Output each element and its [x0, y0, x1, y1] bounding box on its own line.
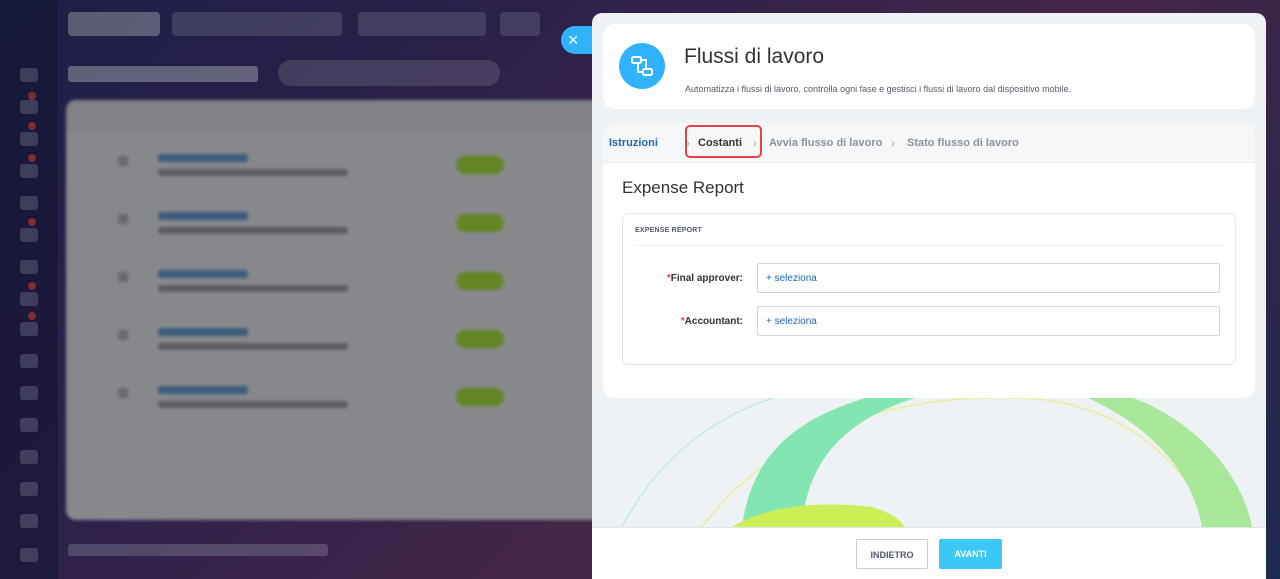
final-approver-label-text: Final approver:	[670, 273, 743, 284]
close-icon: ×	[568, 30, 579, 50]
accountant-label: *Accountant:	[623, 316, 743, 327]
page-title: Flussi di lavoro	[684, 45, 825, 68]
final-approver-label: *Final approver:	[623, 273, 743, 284]
wizard-steps: Istruzioni › Costanti › Avvia flusso di …	[603, 123, 1255, 163]
final-approver-field[interactable]: + seleziona	[757, 263, 1220, 293]
accountant-label-text: Accountant:	[684, 316, 743, 327]
slider-footer: INDIETRO AVANTI	[592, 527, 1266, 579]
close-slider-button[interactable]: ×	[561, 26, 595, 54]
next-button[interactable]: AVANTI	[939, 539, 1002, 569]
step-stato-flusso[interactable]: Stato flusso di lavoro	[907, 137, 1019, 149]
step-istruzioni[interactable]: Istruzioni	[609, 137, 658, 149]
fieldset-title: EXPENSE REPORT	[635, 227, 702, 234]
workflow-icon	[619, 43, 665, 89]
active-step-highlight	[685, 125, 762, 158]
wizard-card: Istruzioni › Costanti › Avvia flusso di …	[603, 123, 1255, 398]
slider-header: Flussi di lavoro Automatizza i flussi di…	[603, 24, 1255, 109]
form-title: Expense Report	[622, 178, 744, 197]
select-user-link[interactable]: + seleziona	[766, 273, 817, 284]
constants-fieldset: EXPENSE REPORT *Final approver: + selezi…	[622, 213, 1236, 365]
step-separator: ›	[891, 136, 895, 150]
step-avvia-flusso[interactable]: Avvia flusso di lavoro	[769, 137, 882, 149]
select-user-link[interactable]: + seleziona	[766, 316, 817, 327]
back-button[interactable]: INDIETRO	[856, 539, 928, 569]
workflow-slider: Flussi di lavoro Automatizza i flussi di…	[592, 13, 1266, 579]
accountant-field[interactable]: + seleziona	[757, 306, 1220, 336]
divider	[635, 245, 1225, 246]
page-subtitle: Automatizza i flussi di lavoro, controll…	[685, 84, 1072, 94]
